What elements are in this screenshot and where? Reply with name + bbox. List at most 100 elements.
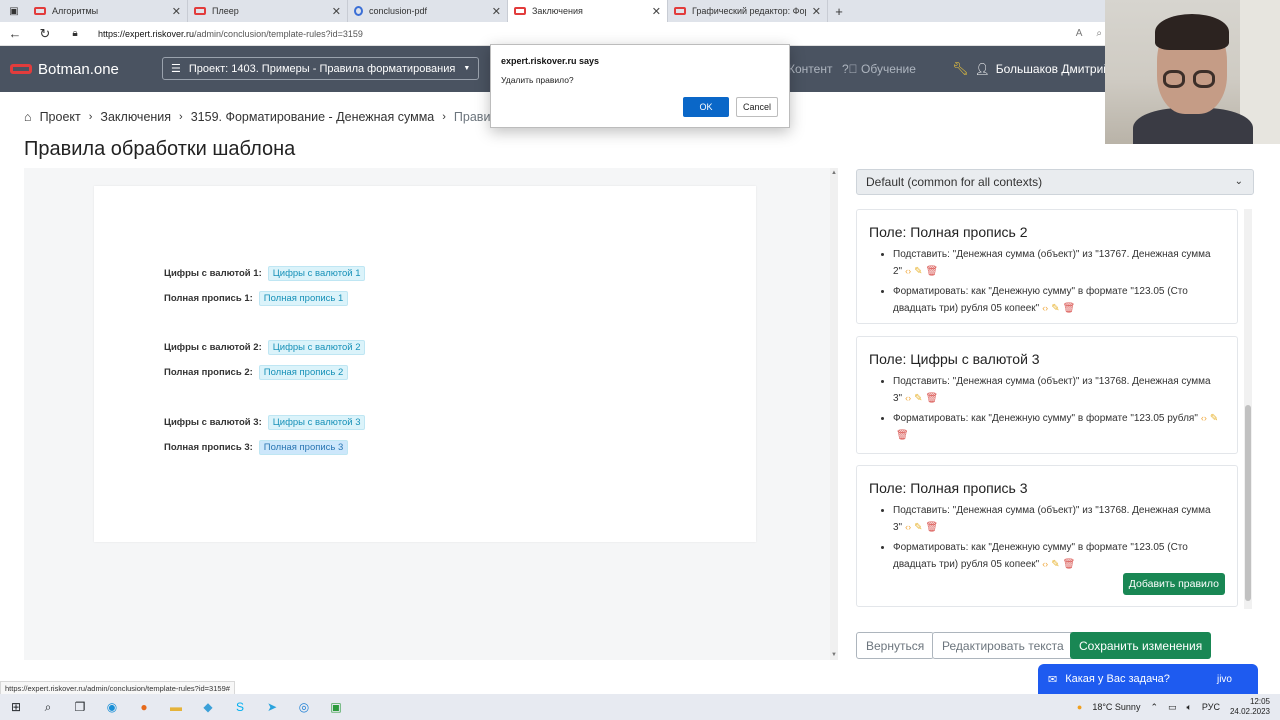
rule-list: Подставить: "Денежная сумма (объект)" из… <box>893 373 1237 444</box>
trash-icon[interactable]: 🗑︎ <box>926 393 939 404</box>
pencil-icon[interactable]: ✎ <box>1051 559 1059 570</box>
browser-tab[interactable]: conclusion-pdf ✕ <box>348 0 508 22</box>
pencil-icon[interactable]: ✎ <box>914 522 922 533</box>
trash-icon[interactable]: 🗑︎ <box>926 522 939 533</box>
rules-panel: Поле: Полная пропись 2 Подставить: "Дене… <box>856 209 1246 609</box>
clock[interactable]: 12:05 24.02.2023 <box>1230 697 1270 717</box>
rule-item: Форматировать: как "Денежную сумму" в фо… <box>893 283 1221 317</box>
code-icon[interactable]: ‹› <box>905 393 911 403</box>
pencil-icon[interactable]: ✎ <box>914 266 922 277</box>
lock-icon[interactable]: 🔒︎ <box>60 28 90 39</box>
close-icon[interactable]: ✕ <box>652 5 661 18</box>
rule-item: Форматировать: как "Денежную сумму" в фо… <box>893 410 1221 444</box>
rule-card: Поле: Цифры с валютой 3 Подставить: "Ден… <box>856 336 1238 454</box>
app2-icon[interactable]: ▣ <box>320 700 352 714</box>
trash-icon[interactable]: 🗑︎ <box>1063 559 1076 570</box>
rule-card: Поле: Полная пропись 3 Подставить: "Дене… <box>856 465 1238 607</box>
back-button[interactable]: Вернуться <box>856 632 935 659</box>
reload-icon[interactable]: ↻ <box>30 26 60 42</box>
breadcrumb-conclusions[interactable]: Заключения <box>100 110 171 124</box>
volume-icon[interactable]: 🔈︎ <box>1187 702 1192 713</box>
dialog-cancel-button[interactable]: Cancel <box>736 97 778 117</box>
jivo-chat-widget[interactable]: ✉ Какая у Вас задача? jivo <box>1038 664 1258 694</box>
tab-actions-icon[interactable]: ▣ <box>0 0 28 22</box>
trash-icon[interactable]: 🗑︎ <box>1063 303 1076 314</box>
close-icon[interactable]: ✕ <box>812 5 821 18</box>
browser-icon[interactable]: ◎ <box>288 700 320 714</box>
project-dropdown[interactable]: ☰ Проект: 1403. Примеры - Правила формат… <box>162 57 480 80</box>
rule-item: Подставить: "Денежная сумма (объект)" из… <box>893 246 1221 280</box>
dialog-ok-button[interactable]: OK <box>683 97 729 117</box>
field-chip[interactable]: Полная пропись 2 <box>258 365 349 380</box>
app-icon[interactable]: ◆ <box>192 700 224 714</box>
language-indicator[interactable]: РУС <box>1202 702 1220 712</box>
nav-link-learning[interactable]: ?⃞ Обучение <box>842 62 916 76</box>
folder-icon[interactable]: ▬ <box>160 700 192 714</box>
network-icon[interactable]: ▭ <box>1168 702 1177 713</box>
firefox-icon[interactable]: ● <box>128 700 160 714</box>
rule-item: Подставить: "Денежная сумма (объект)" из… <box>893 373 1221 407</box>
code-icon[interactable]: ‹› <box>905 522 911 532</box>
skype-icon[interactable]: S <box>224 700 256 714</box>
trash-icon[interactable]: 🗑︎ <box>926 266 939 277</box>
user-icon: 👤︎ <box>974 62 990 76</box>
browser-tab[interactable]: Плеер ✕ <box>188 0 348 22</box>
browser-tab[interactable]: Алгоритмы ✕ <box>28 0 188 22</box>
browser-tab[interactable]: Графический редактор: Формат✕ <box>668 0 828 22</box>
rule-item: Подставить: "Денежная сумма (объект)" из… <box>893 502 1221 536</box>
code-icon[interactable]: ‹› <box>1042 559 1048 569</box>
back-arrow-icon[interactable]: ← <box>0 26 30 41</box>
wrench-icon: 🔧︎ <box>952 61 969 76</box>
task-view-icon[interactable]: ❐ <box>64 700 96 714</box>
field-chip[interactable]: Цифры с валютой 2 <box>267 340 366 355</box>
windows-start-icon[interactable]: ⊞ <box>0 700 32 714</box>
trash-icon[interactable]: 🗑︎ <box>896 430 909 441</box>
breadcrumb-project[interactable]: Проект <box>40 110 81 124</box>
preview-row: Цифры с валютой 2: Цифры с валютой 2 <box>164 340 366 355</box>
confirm-dialog: expert.riskover.ru says Удалить правило?… <box>490 44 790 128</box>
weather-text[interactable]: 18°C Sunny <box>1092 702 1140 712</box>
address-bar-actions: A ⌕ <box>1076 28 1102 39</box>
code-icon[interactable]: ‹› <box>905 266 911 276</box>
scroll-down-icon[interactable]: ▼ <box>831 652 837 658</box>
preview-row: Полная пропись 1: Полная пропись 1 <box>164 291 349 306</box>
code-icon[interactable]: ‹› <box>1201 413 1207 423</box>
zoom-icon[interactable]: ⌕ <box>1096 28 1102 39</box>
pencil-icon[interactable]: ✎ <box>1051 303 1059 314</box>
browser-tab-active[interactable]: Заключения ✕ <box>508 0 668 22</box>
breadcrumb-template[interactable]: 3159. Форматирование - Денежная сумма <box>191 110 435 124</box>
field-chip-selected[interactable]: Полная пропись 3 <box>258 440 349 455</box>
edit-text-button[interactable]: Редактировать текста <box>932 632 1074 659</box>
shield-favicon-icon <box>354 6 363 16</box>
add-rule-button[interactable]: Добавить правило <box>1122 573 1225 595</box>
field-chip[interactable]: Цифры с валютой 3 <box>267 415 366 430</box>
breadcrumb-separator-icon: › <box>179 111 183 123</box>
chevron-down-icon: ⌄ <box>1234 176 1243 187</box>
pencil-icon[interactable]: ✎ <box>914 393 922 404</box>
pencil-icon[interactable]: ✎ <box>1210 413 1218 424</box>
telegram-icon[interactable]: ➤ <box>256 700 288 714</box>
code-icon[interactable]: ‹› <box>1042 303 1048 313</box>
rules-scrollbar[interactable] <box>1244 209 1252 609</box>
field-chip[interactable]: Полная пропись 1 <box>258 291 349 306</box>
read-aloud-icon[interactable]: A <box>1076 28 1083 39</box>
mail-icon: ✉ <box>1048 673 1058 686</box>
search-icon[interactable]: ⌕ <box>32 700 64 715</box>
field-chip[interactable]: Цифры с валютой 1 <box>267 266 366 281</box>
user-menu[interactable]: 🔧︎ 👤︎ Большаков Дмитрий <box>952 61 1110 77</box>
close-icon[interactable]: ✕ <box>332 5 341 18</box>
url-field[interactable]: https://expert.riskover.ru/admin/conclus… <box>98 29 363 39</box>
save-changes-button[interactable]: Сохранить изменения <box>1070 632 1212 659</box>
edge-icon[interactable]: ◉ <box>96 700 128 714</box>
scrollbar-thumb[interactable] <box>1245 405 1251 601</box>
nav-link-content[interactable]: Контент <box>788 62 832 76</box>
preview-scrollbar[interactable]: ▲ ▼ <box>830 168 838 660</box>
scroll-up-icon[interactable]: ▲ <box>831 170 837 176</box>
rule-item: Форматировать: как "Денежную сумму" в фо… <box>893 539 1221 573</box>
close-icon[interactable]: ✕ <box>172 5 181 18</box>
close-icon[interactable]: ✕ <box>492 5 501 18</box>
tray-expand-icon[interactable]: ⌃ <box>1150 702 1158 713</box>
context-select[interactable]: Default (common for all contexts) ⌄ <box>856 169 1254 195</box>
new-tab-button[interactable]: + <box>828 0 850 22</box>
brand-logo[interactable]: Botman.one <box>10 61 119 78</box>
